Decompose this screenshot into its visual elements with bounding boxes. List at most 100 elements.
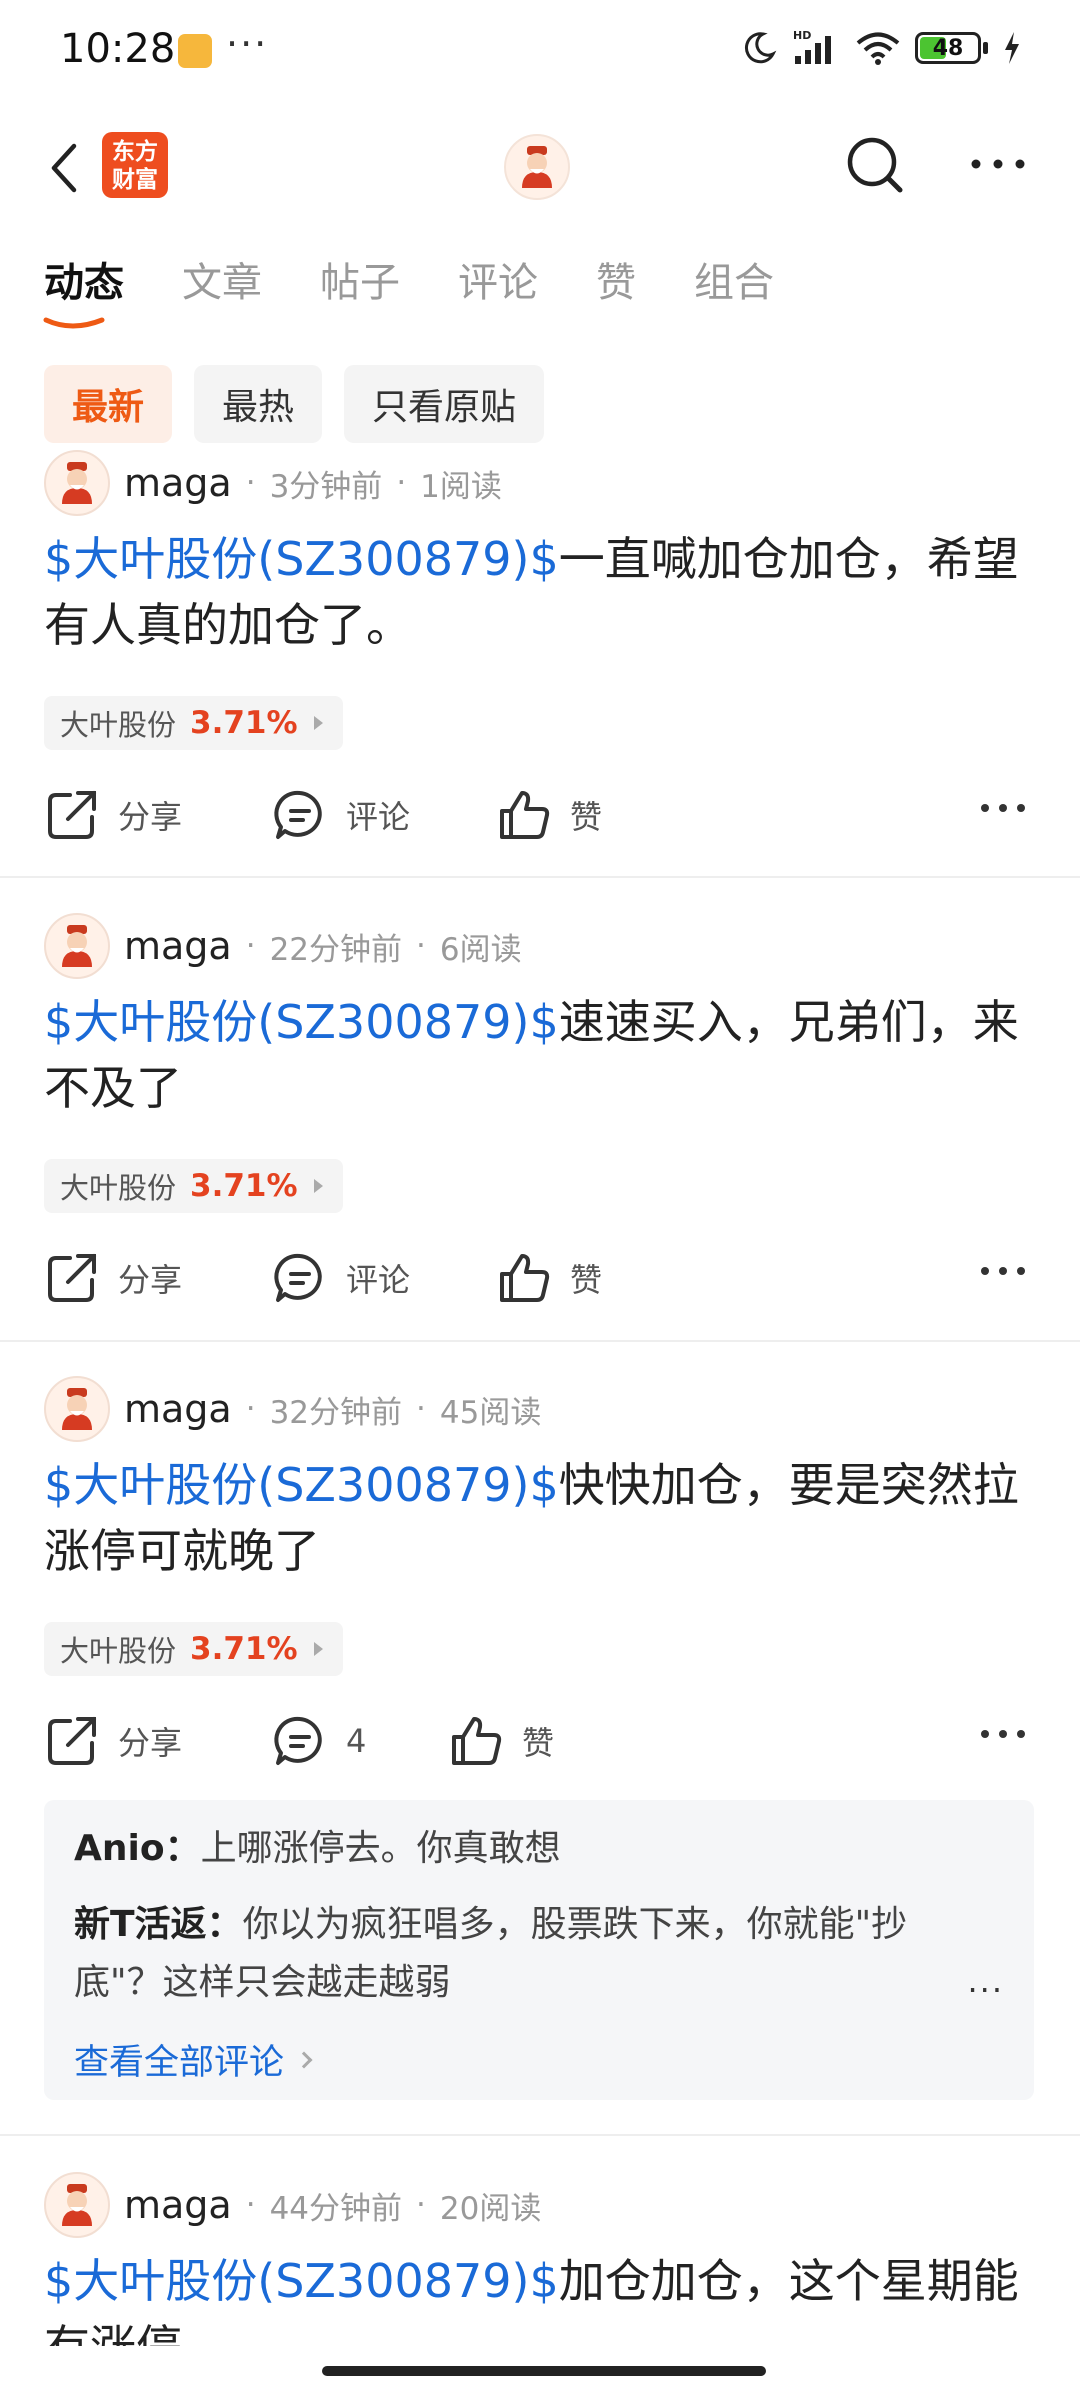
filter-hottest[interactable]: 最热 xyxy=(194,365,323,443)
profile-tabs: 动态 文章 帖子 评论 赞 组合 xyxy=(44,250,832,330)
user-avatar[interactable] xyxy=(44,913,110,979)
post-more-icon[interactable] xyxy=(980,1261,1026,1281)
status-more-dots: ··· xyxy=(226,22,269,66)
post-actions: 分享 4 赞 xyxy=(44,1706,1044,1776)
play-arrow-icon xyxy=(313,716,323,730)
signal-icon: HD xyxy=(793,29,831,64)
post-more-icon[interactable] xyxy=(980,1724,1026,1744)
comment-icon xyxy=(274,1253,322,1302)
notification-app-icon xyxy=(178,34,212,68)
post-actions: 分享 评论 赞 xyxy=(44,1243,1044,1313)
back-arrow-icon[interactable] xyxy=(42,138,92,198)
post-time: 3分钟前 xyxy=(269,468,383,505)
fortune-god-avatar-icon xyxy=(62,1388,92,1430)
user-avatar[interactable] xyxy=(44,450,110,516)
post-time: 44分钟前 xyxy=(269,2190,403,2227)
post-content[interactable]: $大叶股份(SZ300879)$一直喊加仓加仓，希望有人真的加仓了。 xyxy=(44,526,1044,658)
post-card[interactable]: maga · 22分钟前 · 6阅读 $大叶股份(SZ300879)$速速买入，… xyxy=(0,913,1080,1343)
post-card[interactable]: maga · 3分钟前 · 1阅读 $大叶股份(SZ300879)$一直喊加仓加… xyxy=(0,450,1080,880)
post-divider xyxy=(0,1340,1080,1342)
comment-label: 评论 xyxy=(346,798,411,836)
share-label: 分享 xyxy=(118,1724,183,1762)
post-more-icon[interactable] xyxy=(980,798,1026,818)
stock-name: 大叶股份 xyxy=(60,1171,177,1205)
username[interactable]: maga xyxy=(124,924,232,968)
post-time: 32分钟前 xyxy=(269,1394,403,1431)
post-content[interactable]: $大叶股份(SZ300879)$加仓加仓，这个星期能有涨停 xyxy=(44,2248,1044,2346)
fortune-god-avatar-icon xyxy=(62,462,92,504)
username[interactable]: maga xyxy=(124,1387,232,1431)
like-button[interactable]: 赞 xyxy=(496,780,602,850)
status-bar: 10:28 ··· HD 48 xyxy=(0,0,1080,100)
status-icons: HD 48 xyxy=(741,28,1022,68)
tab-portfolios[interactable]: 组合 xyxy=(694,250,774,330)
tab-comments[interactable]: 评论 xyxy=(458,250,538,330)
share-label: 分享 xyxy=(118,1261,183,1299)
post-time: 22分钟前 xyxy=(269,931,403,968)
search-icon[interactable] xyxy=(840,130,910,200)
post-content[interactable]: $大叶股份(SZ300879)$速速买入，兄弟们，来不及了 xyxy=(44,989,1044,1121)
post-divider xyxy=(0,2134,1080,2136)
meta-separator: · xyxy=(416,2187,426,2223)
eastmoney-logo[interactable]: 东方 财富 xyxy=(102,132,168,198)
filter-chips: 最新 最热 只看原贴 xyxy=(44,365,545,443)
filter-original-only[interactable]: 只看原贴 xyxy=(344,365,545,443)
stock-link[interactable]: $大叶股份(SZ300879)$ xyxy=(44,995,559,1049)
share-button[interactable]: 分享 xyxy=(44,1706,182,1776)
stock-link[interactable]: $大叶股份(SZ300879)$ xyxy=(44,2254,559,2308)
post-card[interactable]: maga · 44分钟前 · 20阅读 $大叶股份(SZ300879)$加仓加仓… xyxy=(0,2172,1080,2346)
tab-posts[interactable]: 帖子 xyxy=(320,250,400,330)
username[interactable]: maga xyxy=(124,2183,232,2227)
comment-text: 上哪涨停去。你真敢想 xyxy=(200,1828,561,1869)
fortune-god-avatar-icon xyxy=(522,146,552,188)
comment-icon xyxy=(274,1716,322,1765)
stock-quote-tag[interactable]: 大叶股份 3.71% xyxy=(44,1159,343,1213)
comment-item[interactable]: Anio：上哪涨停去。你真敢想 xyxy=(74,1820,954,1878)
post-header: maga · 3分钟前 · 1阅读 xyxy=(44,450,502,516)
user-avatar[interactable] xyxy=(44,2172,110,2238)
comment-author[interactable]: Anio： xyxy=(74,1828,201,1869)
view-all-comments-link[interactable]: 查看全部评论 xyxy=(74,2034,313,2085)
stock-quote-tag[interactable]: 大叶股份 3.71% xyxy=(44,696,343,750)
comment-item[interactable]: 新T活返：你以为疯狂唱多，股票跌下来，你就能"抄底"？这样只会越走越弱 xyxy=(74,1896,954,2012)
stock-link[interactable]: $大叶股份(SZ300879)$ xyxy=(44,1458,559,1512)
like-button[interactable]: 赞 xyxy=(448,1706,554,1776)
comment-author[interactable]: 新T活返： xyxy=(74,1904,243,1945)
tab-articles[interactable]: 文章 xyxy=(182,250,262,330)
share-button[interactable]: 分享 xyxy=(44,780,182,850)
fortune-god-avatar-icon xyxy=(62,2184,92,2226)
meta-separator: · xyxy=(245,465,256,501)
read-count: 1阅读 xyxy=(420,468,502,505)
battery-icon: 48 xyxy=(915,32,981,64)
stock-change: 3.71% xyxy=(190,705,298,741)
comment-button[interactable]: 评论 xyxy=(272,1243,410,1313)
comment-preview-box[interactable]: Anio：上哪涨停去。你真敢想 新T活返：你以为疯狂唱多，股票跌下来，你就能"抄… xyxy=(44,1800,1034,2100)
tab-likes[interactable]: 赞 xyxy=(596,250,636,330)
filter-latest[interactable]: 最新 xyxy=(44,365,173,443)
comment-button[interactable]: 4 xyxy=(272,1706,366,1776)
more-options-icon[interactable] xyxy=(968,144,1028,184)
like-label: 赞 xyxy=(570,1261,603,1299)
moon-icon xyxy=(744,32,777,64)
profile-avatar[interactable] xyxy=(504,134,570,200)
thumbs-up-icon xyxy=(500,1254,550,1302)
fortune-god-avatar-icon xyxy=(62,925,92,967)
meta-separator: · xyxy=(416,928,426,964)
read-count: 20阅读 xyxy=(439,2190,542,2227)
post-content[interactable]: $大叶股份(SZ300879)$快快加仓，要是突然拉涨停可就晚了 xyxy=(44,1452,1044,1584)
read-count: 6阅读 xyxy=(439,931,522,968)
home-indicator[interactable] xyxy=(322,2366,766,2376)
post-card[interactable]: maga · 32分钟前 · 45阅读 $大叶股份(SZ300879)$快快加仓… xyxy=(0,1376,1080,2116)
active-tab-indicator xyxy=(43,317,105,329)
share-button[interactable]: 分享 xyxy=(44,1243,182,1313)
post-header: maga · 22分钟前 · 6阅读 xyxy=(44,913,522,979)
stock-change: 3.71% xyxy=(190,1631,298,1667)
meta-separator: · xyxy=(396,465,407,501)
like-button[interactable]: 赞 xyxy=(496,1243,602,1313)
user-avatar[interactable] xyxy=(44,1376,110,1442)
stock-link[interactable]: $大叶股份(SZ300879)$ xyxy=(44,532,559,586)
share-icon xyxy=(48,1717,96,1765)
comment-button[interactable]: 评论 xyxy=(272,780,410,850)
username[interactable]: maga xyxy=(124,461,232,505)
stock-quote-tag[interactable]: 大叶股份 3.71% xyxy=(44,1622,343,1676)
